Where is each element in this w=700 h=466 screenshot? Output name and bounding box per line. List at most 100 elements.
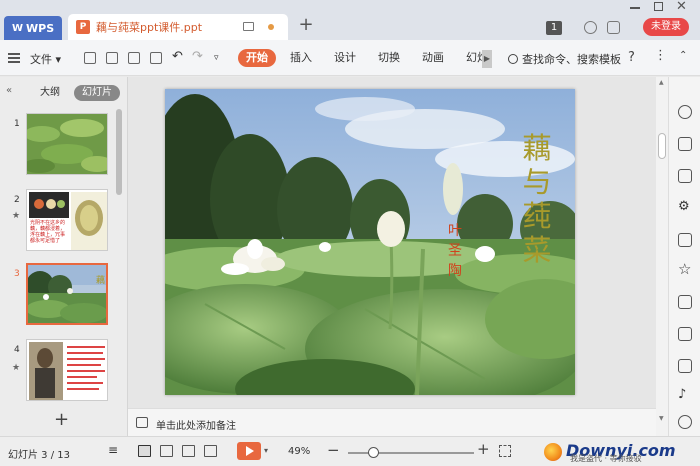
scroll-up-icon[interactable]: ▲	[659, 79, 664, 86]
print-preview-icon[interactable]	[150, 52, 162, 64]
file-menu-label: 文件	[30, 53, 52, 66]
command-search[interactable]: 查找命令、搜索模板	[508, 51, 621, 67]
star-icon[interactable]: ☆	[678, 262, 692, 277]
slide-number: 3	[14, 269, 20, 279]
svg-text:藕: 藕	[96, 274, 105, 286]
animation-star-icon: ★	[12, 363, 21, 373]
unsaved-dot-icon	[268, 24, 274, 30]
site-watermark: Downyi.com 我是盗代 · 等你接驳	[540, 439, 700, 466]
notes-area[interactable]: 单击此处添加备注	[128, 408, 656, 436]
new-tab-button[interactable]: +	[296, 16, 316, 36]
shape-icon[interactable]	[678, 169, 692, 183]
slide-author[interactable]: 叶圣陶	[443, 221, 467, 281]
login-button[interactable]: 未登录	[643, 18, 689, 36]
export-pdf-icon[interactable]	[106, 52, 118, 64]
print-icon[interactable]	[128, 52, 140, 64]
slide-counter: 幻灯片 3 / 13	[8, 450, 70, 461]
hamburger-menu-icon[interactable]	[8, 53, 20, 63]
command-search-label: 查找命令、搜索模板	[522, 53, 621, 66]
slide-1-image	[27, 114, 107, 174]
document-tab[interactable]: P 藕与莼菜ppt课件.ppt	[68, 14, 288, 40]
tab-outline[interactable]: 大纲	[32, 85, 68, 101]
slide-number: 1	[14, 119, 20, 129]
copy-icon[interactable]	[678, 137, 692, 151]
tab-transition[interactable]: 切换	[370, 49, 408, 67]
image-icon[interactable]	[678, 359, 692, 373]
ribbon-scroll-right-icon[interactable]: ▶	[482, 50, 492, 68]
maximize-icon[interactable]	[654, 2, 663, 11]
play-options-chevron-icon[interactable]: ▾	[264, 446, 268, 455]
slide-title[interactable]: 藕与莼菜	[517, 131, 557, 267]
scroll-down-icon[interactable]: ▼	[659, 415, 664, 422]
tab-animation[interactable]: 动画	[414, 49, 452, 67]
scrollbar-thumb[interactable]	[658, 133, 666, 159]
slide-3-image: 藕	[28, 265, 106, 323]
current-slide[interactable]: 藕与莼菜 叶圣陶	[165, 89, 575, 395]
picture-icon[interactable]	[678, 233, 692, 247]
tab-home[interactable]: 开始	[238, 49, 276, 67]
notes-icon	[136, 417, 148, 428]
slide-thumbnail-3[interactable]: 藕	[26, 263, 108, 325]
help-icon[interactable]: ?	[628, 50, 635, 65]
ribbon: 文件 ▾ ↶ ↷ ▿ 开始 插入 设计 切换 动画 幻灯 ▶ 查找命令、搜索模板…	[0, 40, 700, 76]
search-icon	[508, 54, 518, 64]
slide-panel-scrollbar[interactable]	[116, 109, 122, 195]
undo-icon[interactable]: ↶	[172, 50, 184, 64]
add-slide-button[interactable]: +	[54, 409, 69, 430]
archive-icon[interactable]	[678, 295, 692, 309]
fit-window-icon[interactable]	[499, 445, 511, 457]
slide-thumbnail-4[interactable]	[26, 339, 108, 401]
save-icon[interactable]	[84, 52, 96, 64]
notes-view-icon[interactable]: ≡	[108, 444, 121, 457]
canvas-scrollbar[interactable]: ▲ ▼	[656, 77, 668, 436]
zoom-slider-track[interactable]	[348, 452, 474, 454]
refresh-icon[interactable]	[678, 415, 692, 429]
right-sidebar: ⚙ ☆ ♪	[668, 77, 700, 436]
collapse-panel-icon[interactable]: «	[6, 85, 12, 96]
file-menu[interactable]: 文件 ▾	[30, 51, 61, 67]
status-bar: 幻灯片 3 / 13 ≡ ▾ 49% − + Downyi.com 我是盗代 ·…	[0, 436, 700, 466]
title-bar: ✕ W WPS P 藕与莼菜ppt课件.ppt + 1 未登录	[0, 0, 700, 40]
magic-icon[interactable]	[678, 105, 692, 119]
tab-insert[interactable]: 插入	[282, 49, 320, 67]
tab-slides[interactable]: 幻灯片	[74, 85, 120, 101]
zoom-in-button[interactable]: +	[477, 440, 490, 458]
skin-icon[interactable]	[584, 21, 597, 34]
slide-number: 4	[14, 345, 20, 355]
slide-2-text: 光阴不在这乡的藕，藕都浸着，浮在藕上，冗事都永可足惜了	[30, 220, 66, 244]
zoom-slider-knob[interactable]	[367, 447, 379, 458]
notes-placeholder: 单击此处添加备注	[156, 421, 236, 432]
zoom-level[interactable]: 49%	[288, 446, 310, 457]
presenter-view-icon[interactable]	[204, 445, 217, 457]
watermark-logo-icon	[544, 443, 562, 461]
slide-background-photo	[165, 89, 575, 395]
monitor-icon[interactable]	[243, 22, 254, 31]
reading-view-icon[interactable]	[182, 445, 195, 457]
settings-sliders-icon[interactable]: ⚙	[678, 200, 692, 215]
slide-thumbnail-2[interactable]: 光阴不在这乡的藕，藕都浸着，浮在藕上，冗事都永可足惜了	[26, 189, 108, 251]
share-out-icon[interactable]	[678, 327, 692, 341]
notification-badge[interactable]: 1	[546, 21, 562, 35]
minimize-icon[interactable]	[630, 7, 640, 9]
normal-view-icon[interactable]	[138, 445, 151, 457]
close-icon[interactable]: ✕	[676, 0, 687, 14]
slide-canvas: 藕与莼菜 叶圣陶	[128, 77, 656, 408]
watermark-subtext: 我是盗代 · 等你接驳	[570, 454, 642, 463]
document-tab-label: 藕与莼菜ppt课件.ppt	[96, 21, 203, 34]
speaker-icon[interactable]: ♪	[678, 388, 692, 403]
ppt-file-icon: P	[76, 20, 90, 34]
wps-home-tab[interactable]: W WPS	[4, 16, 62, 40]
slide-number: 2	[14, 195, 20, 205]
slide-thumbnail-1[interactable]	[26, 113, 108, 175]
slide-4-image	[27, 340, 107, 400]
slide-sorter-icon[interactable]	[160, 445, 173, 457]
slide-panel-header: « 大纲 幻灯片	[0, 83, 128, 103]
share-icon[interactable]	[607, 21, 620, 34]
redo-icon[interactable]: ↷	[192, 50, 204, 64]
play-slideshow-button[interactable]	[237, 442, 261, 460]
collapse-ribbon-icon[interactable]: ⌃	[679, 50, 687, 61]
zoom-out-button[interactable]: −	[327, 441, 340, 459]
customize-quick-access-icon[interactable]: ▿	[214, 52, 226, 64]
more-options-icon[interactable]: ⋮	[654, 48, 667, 63]
tab-design[interactable]: 设计	[326, 49, 364, 67]
